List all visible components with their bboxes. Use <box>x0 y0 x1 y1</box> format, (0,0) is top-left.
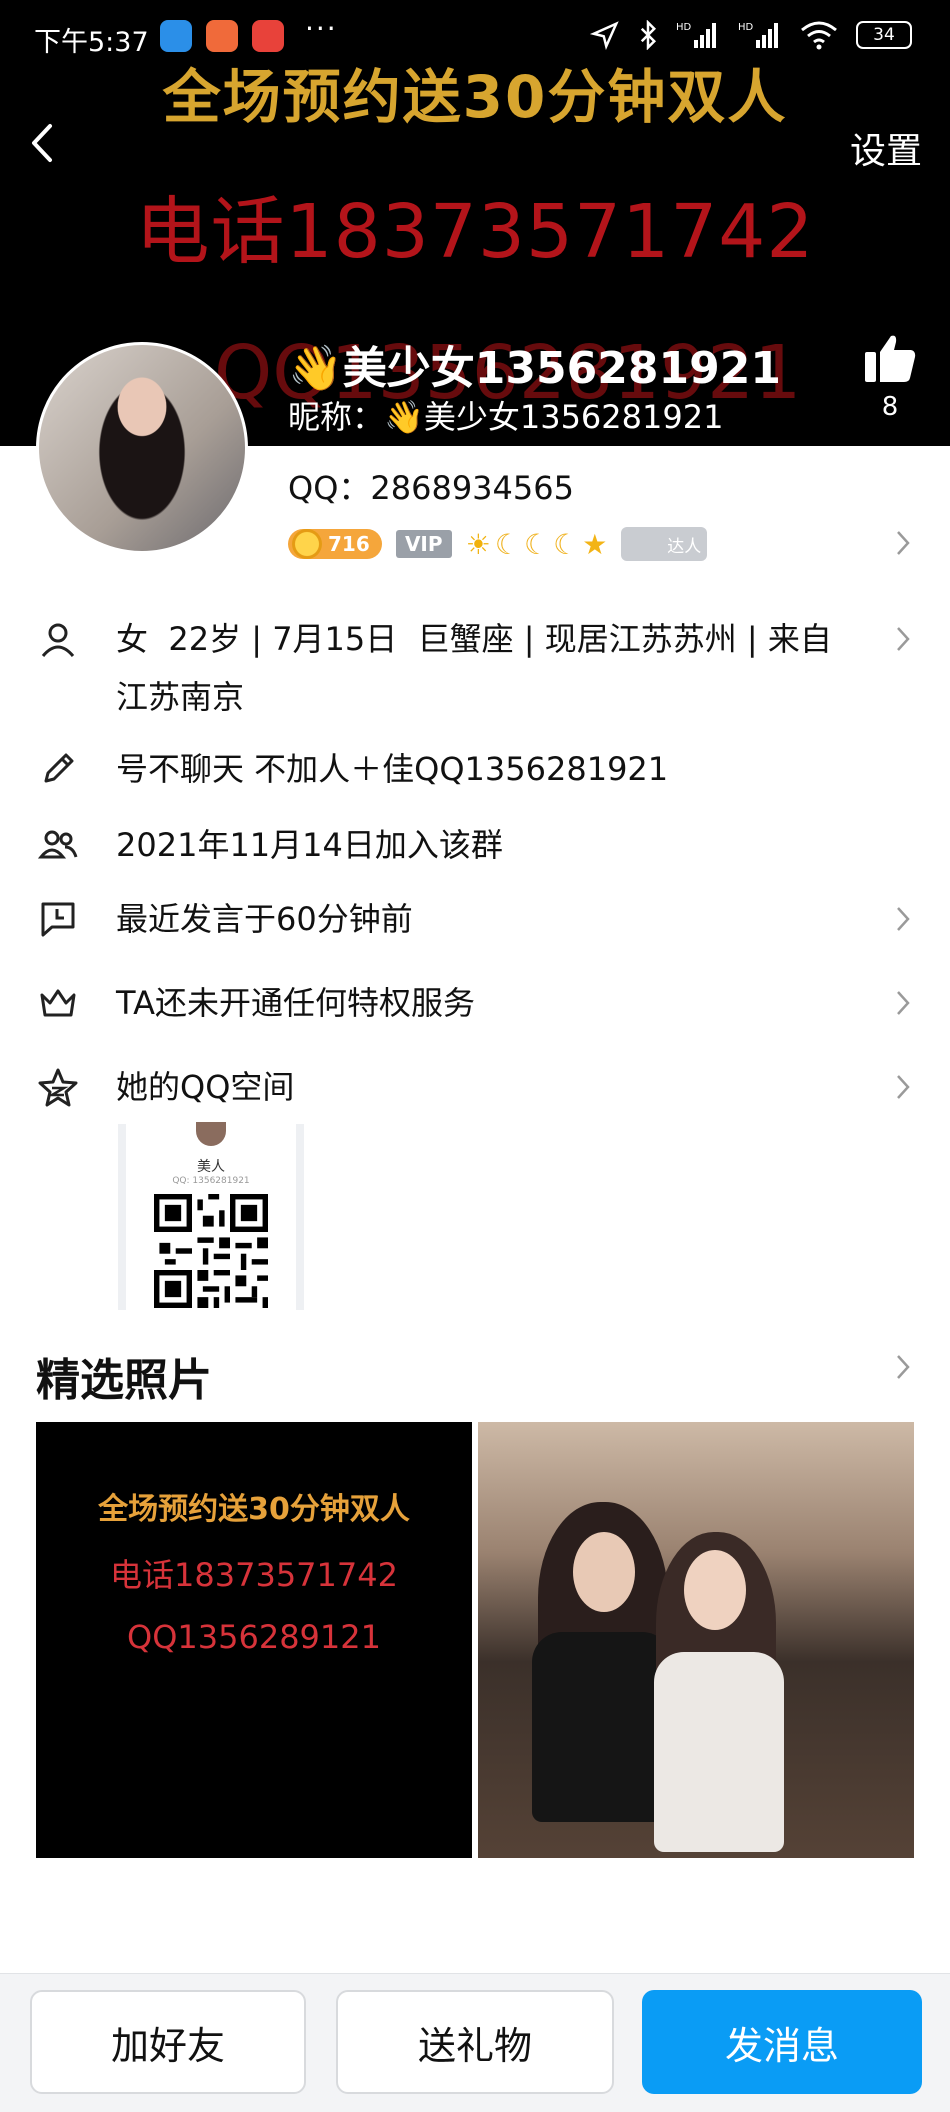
photo1-text-line3: QQ1356289121 <box>127 1618 381 1656</box>
wifi-icon <box>801 21 837 50</box>
signature-text: 号不聊天 不加人＋佳QQ1356281921 <box>116 750 669 788</box>
send-gift-button[interactable]: 送礼物 <box>336 1990 614 2094</box>
like-count: 8 <box>881 392 899 422</box>
avatar[interactable] <box>36 342 248 554</box>
featured-photo-2[interactable] <box>478 1422 914 1858</box>
level-value: 716 <box>328 532 370 556</box>
star-outline-icon <box>38 1068 78 1107</box>
nickname-title: 👋美少女1356281921 <box>288 343 781 394</box>
qzone-text: 她的QQ空间 <box>116 1068 295 1106</box>
badge-row[interactable]: 716 VIP ☀ ☾ ☾ ☾ ★ 达人 <box>288 526 708 562</box>
qr-name: 美人 <box>197 1159 225 1175</box>
level-badge: 716 <box>288 529 382 559</box>
svg-text:HD: HD <box>738 22 754 33</box>
photo1-text-line1: 全场预约送30分钟双人 <box>98 1492 410 1527</box>
settings-button[interactable]: 设置 <box>850 122 922 174</box>
svg-text:HD: HD <box>676 22 692 33</box>
add-friend-button[interactable]: 加好友 <box>30 1990 306 2094</box>
bottom-action-bar: 加好友 送礼物 发消息 <box>0 1973 950 2112</box>
featured-photo-1[interactable]: 全场预约送30分钟双人 电话18373571742 QQ1356289121 <box>36 1422 472 1858</box>
signal-icon: HD <box>676 22 716 48</box>
chevron-right-icon <box>897 907 910 931</box>
basic-info-row[interactable]: 女 22岁 | 7月15日 巨蟹座 | 现居江苏苏州 | 来自 江苏南京 <box>0 610 950 730</box>
pencil-icon <box>44 753 74 783</box>
chevron-right-icon <box>897 1075 910 1099</box>
photo1-text-line2: 电话18373571742 <box>110 1556 398 1594</box>
crown-icon <box>40 989 76 1017</box>
chevron-right-icon[interactable] <box>894 1352 912 1382</box>
qr-subtitle: QQ: 1356281921 <box>172 1176 250 1186</box>
thumbs-up-icon <box>865 335 916 382</box>
level-icons: ☀ ☾ ☾ ☾ ★ <box>466 528 608 561</box>
notification-app-icon <box>252 20 284 52</box>
chat-icon <box>41 902 75 937</box>
like-button[interactable]: 8 <box>858 332 922 422</box>
privilege-text: TA还未开通任何特权服务 <box>116 984 475 1022</box>
star-icon: ★ <box>582 527 608 561</box>
chevron-right-icon <box>897 991 910 1015</box>
chevron-right-icon <box>897 627 910 651</box>
back-arrow-icon[interactable] <box>22 118 62 168</box>
notification-app-icon <box>160 20 192 52</box>
status-right-icons: HD HD 34 <box>590 20 912 50</box>
bluetooth-icon <box>640 20 657 50</box>
basic-info-text-line2: 江苏南京 <box>116 678 245 716</box>
moon-icon: ☾ <box>523 527 550 561</box>
send-message-button[interactable]: 发消息 <box>642 1990 922 2094</box>
sun-icon: ☀ <box>465 527 491 561</box>
qzone-thumbnail[interactable]: 美人 QQ: 1356281921 <box>118 1122 304 1310</box>
signal-icon: HD <box>738 22 778 48</box>
vip-badge: VIP <box>395 530 452 558</box>
nickname-label: 昵称：👋美少女1356281921 <box>288 398 724 436</box>
notification-app-icon <box>206 20 238 52</box>
moon-icon: ☾ <box>553 527 579 561</box>
talent-badge: 达人 <box>621 527 708 561</box>
basic-info-text: 女 22岁 | 7月15日 巨蟹座 | 现居江苏苏州 | 来自 <box>116 620 832 658</box>
location-icon <box>590 21 619 50</box>
cover-banner-line1: 全场预约送30分钟双人 <box>162 63 788 131</box>
more-notifications-icon: ··· <box>305 12 338 45</box>
cover-banner-line2: 电话18373571742 <box>135 189 815 275</box>
battery-icon: 34 <box>856 21 912 49</box>
qr-code-icon <box>154 1194 268 1308</box>
qzone-row[interactable]: 她的QQ空间 <box>0 1058 950 1116</box>
join-date-row: 2021年11月14日加入该群 <box>0 816 950 874</box>
person-icon <box>41 623 75 657</box>
last-active-text: 最近发言于60分钟前 <box>116 900 413 938</box>
featured-photos-title: 精选照片 <box>36 1355 212 1406</box>
moon-icon: ☾ <box>494 527 520 561</box>
coin-icon <box>292 529 322 559</box>
last-active-row[interactable]: 最近发言于60分钟前 <box>0 890 950 948</box>
join-date-text: 2021年11月14日加入该群 <box>116 826 503 864</box>
chevron-right-icon[interactable] <box>894 528 912 558</box>
signature-row: 号不聊天 不加人＋佳QQ1356281921 <box>0 740 950 798</box>
group-icon <box>38 830 78 859</box>
privilege-row[interactable]: TA还未开通任何特权服务 <box>0 974 950 1032</box>
qq-number: QQ：2868934565 <box>288 469 574 507</box>
